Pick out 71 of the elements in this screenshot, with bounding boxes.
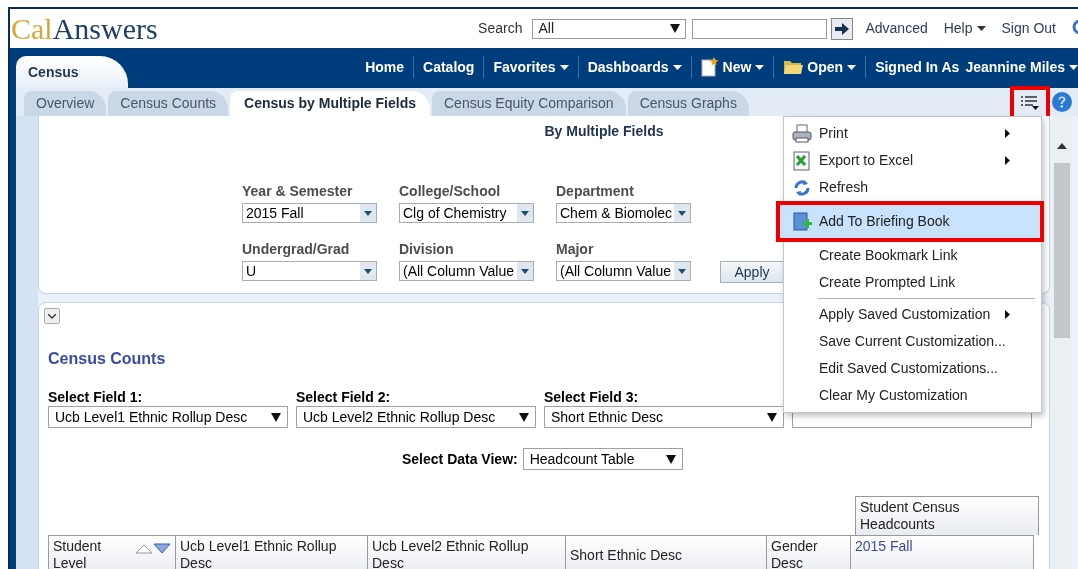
dashboard-tab[interactable]: Census Counts	[108, 91, 229, 116]
prompt-dropdown[interactable]: Clg of Chemistry	[399, 203, 534, 223]
dropdown-value: Ucb Level1 Ethnic Rollup Desc	[55, 407, 248, 427]
search-label: Search	[478, 19, 523, 38]
column-header[interactable]: Student Level	[48, 535, 176, 569]
prompt-label: Department	[556, 182, 635, 200]
prompts-title: By Multiple Fields	[544, 122, 664, 141]
section-title: Census Counts	[48, 349, 166, 369]
nav-link[interactable]: New	[691, 56, 774, 78]
search-scope-dropdown[interactable]: All	[532, 18, 687, 39]
dropdown-value: Chem & Biomolec	[559, 204, 674, 222]
dropdown-value: 2015 Fall	[245, 204, 305, 222]
period-column-header[interactable]: 2015 Fall	[850, 535, 1034, 569]
nav-link[interactable]: Open	[774, 56, 866, 78]
dropdown-value: (All Column Value	[402, 262, 515, 280]
menu-item[interactable]: Save Current Customization...	[785, 328, 1040, 355]
nav-link[interactable]: Dashboards	[578, 56, 691, 78]
page-tab[interactable]: Census	[16, 56, 128, 88]
logo-text: CalAnswers	[11, 11, 158, 45]
field-dropdown[interactable]: Ucb Level2 Ethnic Rollup Desc	[296, 406, 536, 428]
field-dropdown[interactable]: Short Ethnic Desc	[544, 406, 784, 428]
menu-item[interactable]: Add To Briefing Book	[776, 201, 1044, 242]
menu-item[interactable]: Export to Excel	[785, 147, 1040, 174]
dashboard-tab[interactable]: Overview	[24, 91, 107, 116]
menu-item[interactable]: Clear My Customization	[785, 382, 1040, 409]
dropdown-value: All	[538, 19, 554, 38]
dashboard-tab[interactable]: Census by Multiple Fields	[230, 91, 430, 116]
column-header[interactable]: Ucb Level1 Ethnic Rollup Desc	[175, 535, 368, 569]
field-label: Select Field 1:	[48, 389, 144, 406]
nav-link[interactable]: Home	[356, 56, 414, 78]
field-dropdown[interactable]: Headcount Table	[522, 448, 683, 470]
dropdown-value: Ucb Level2 Ethnic Rollup Desc	[303, 407, 496, 427]
field-dropdown[interactable]: Ucb Level1 Ethnic Rollup Desc	[48, 406, 288, 428]
menu-item[interactable]: Edit Saved Customizations...	[785, 355, 1040, 382]
signed-in-label: Signed In As	[874, 57, 960, 77]
apply-button[interactable]: Apply	[720, 261, 784, 283]
prompt-dropdown[interactable]: (All Column Value	[399, 261, 534, 281]
column-header[interactable]: Gender Desc	[766, 535, 851, 569]
menu-item[interactable]: Create Prompted Link	[785, 269, 1040, 296]
header-link[interactable]: Sign Out	[1001, 18, 1056, 39]
prompt-label: Major	[556, 240, 595, 258]
prompt-dropdown[interactable]: 2015 Fall	[242, 203, 377, 223]
header-link[interactable]: Advanced	[865, 18, 928, 39]
prompt-dropdown[interactable]: (All Column Value	[556, 261, 691, 281]
user-menu[interactable]: Jeannine Miles	[965, 56, 1078, 78]
dropdown-value: U	[245, 262, 258, 280]
column-header[interactable]: Ucb Level2 Ethnic Rollup Desc	[367, 535, 566, 569]
prompt-label: Division	[399, 240, 455, 258]
dashboard-tab[interactable]: Census Equity Comparison	[432, 91, 626, 116]
prompt-dropdown[interactable]: U	[242, 261, 377, 281]
prompt-dropdown[interactable]: Chem & Biomolec	[556, 203, 691, 223]
dropdown-value: Short Ethnic Desc	[551, 407, 664, 427]
dashboard-tab[interactable]: Census Graphs	[627, 91, 749, 116]
field-label: Select Field 3:	[544, 389, 640, 406]
nav-link[interactable]: Favorites	[484, 56, 578, 78]
dropdown-value: (All Column Value	[559, 262, 672, 280]
menu-item[interactable]: Refresh	[785, 174, 1040, 201]
table-group-header: Student Census Headcounts	[855, 496, 1039, 535]
data-view-label: Select Data View:	[402, 449, 518, 469]
menu-item[interactable]: Apply Saved Customization	[785, 301, 1040, 328]
field-label: Select Field 2:	[296, 389, 392, 406]
dropdown-value: Clg of Chemistry	[402, 204, 508, 222]
column-header[interactable]: Short Ethnic Desc	[565, 535, 767, 569]
header-link[interactable]: Help	[943, 18, 986, 39]
dropdown-value: Headcount Table	[529, 449, 635, 469]
prompt-label: Year & Semester	[242, 182, 354, 200]
menu-item[interactable]: Create Bookmark Link	[785, 242, 1040, 269]
menu-item[interactable]: Print	[785, 120, 1040, 147]
prompt-label: College/School	[399, 182, 502, 200]
prompt-label: Undergrad/Grad	[242, 240, 351, 258]
nav-link[interactable]: Catalog	[414, 56, 484, 78]
